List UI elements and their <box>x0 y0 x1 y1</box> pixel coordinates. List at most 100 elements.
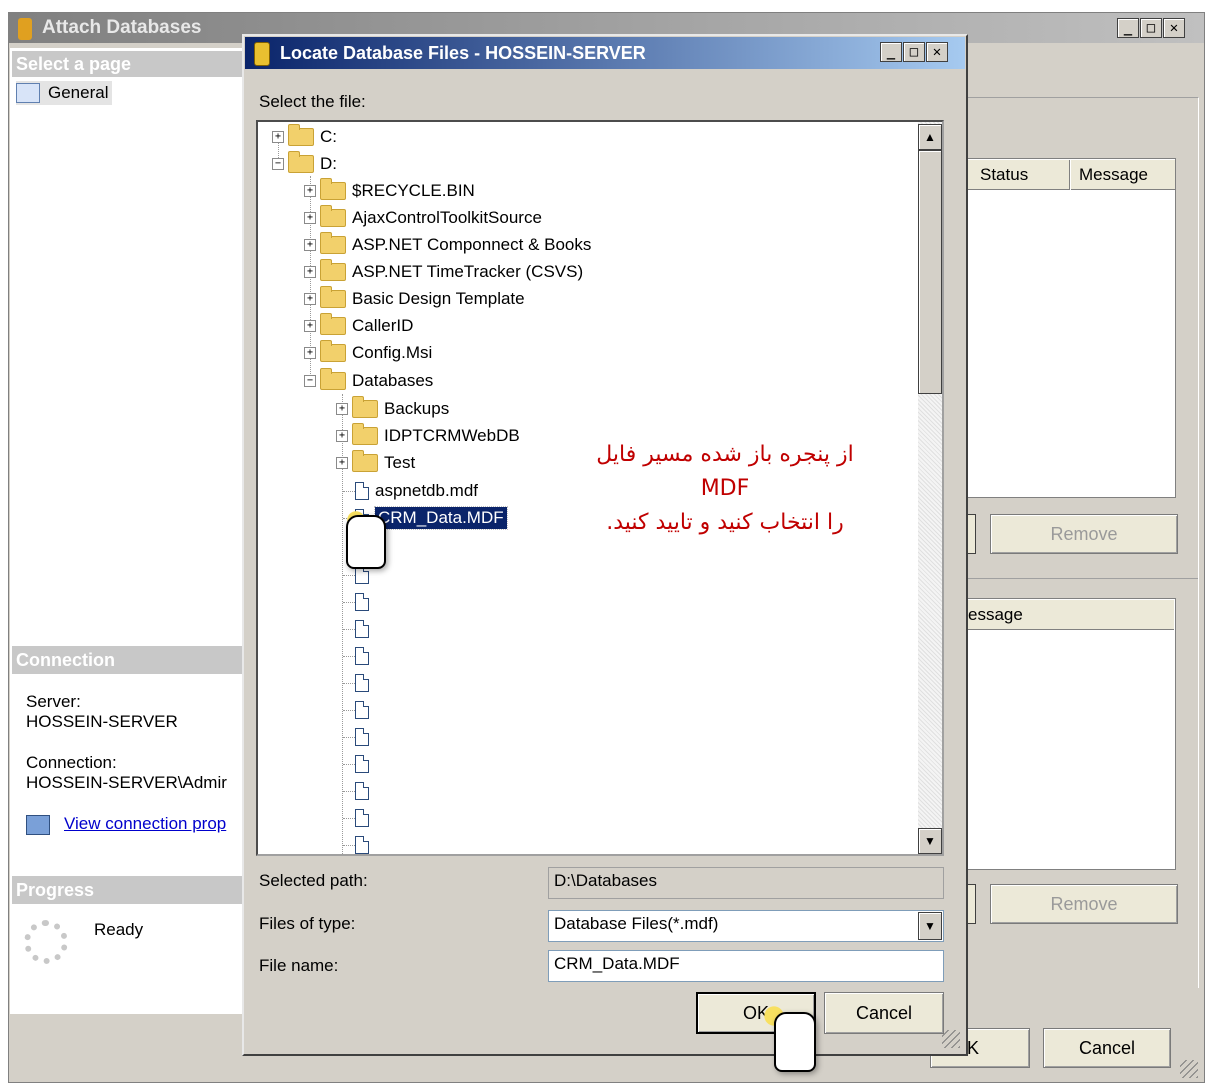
file-name-input[interactable]: CRM_Data.MDF <box>548 950 944 982</box>
tree-folder[interactable]: + IDPTCRMWebDB <box>336 423 520 449</box>
tree-file[interactable] <box>343 751 375 777</box>
server-value: HOSSEIN-SERVER <box>26 712 178 731</box>
expand-icon[interactable]: + <box>336 403 348 415</box>
hand-cursor-icon <box>346 515 386 569</box>
files-of-type-value: Database Files(*.mdf) <box>554 914 719 933</box>
locate-dialog-icon <box>254 42 270 66</box>
view-connection-properties-link[interactable]: View connection prop <box>64 814 240 834</box>
page-item-label: General <box>48 83 109 102</box>
details-group-line <box>966 578 1198 579</box>
expand-icon[interactable]: + <box>304 266 316 278</box>
attach-ok-label: K <box>967 1037 980 1058</box>
tree-connector <box>343 709 355 711</box>
files-of-type-label: Files of type: <box>259 914 356 933</box>
tree-file[interactable] <box>343 832 375 854</box>
tree-file[interactable] <box>343 778 375 804</box>
tree-file[interactable] <box>343 724 375 750</box>
file-icon <box>355 593 369 611</box>
tree-connector <box>343 655 355 657</box>
dialog-maximize-icon[interactable]: □ <box>903 42 925 62</box>
scroll-thumb[interactable] <box>918 150 942 394</box>
details-grid[interactable] <box>966 598 1176 870</box>
tree-file[interactable] <box>343 805 375 831</box>
annotation-line-2: MDF <box>700 476 750 501</box>
expand-icon[interactable]: + <box>304 320 316 332</box>
tree-folder[interactable]: + $RECYCLE.BIN <box>304 178 475 204</box>
tree-file[interactable] <box>343 697 375 723</box>
tree-folder[interactable]: + Basic Design Template <box>304 286 525 312</box>
tree-folder-databases[interactable]: − Databases <box>304 368 433 394</box>
dialog-close-icon[interactable]: ✕ <box>926 42 948 62</box>
tree-folder[interactable]: + Test <box>336 450 415 476</box>
expand-icon[interactable]: + <box>304 185 316 197</box>
collapse-icon[interactable]: − <box>304 375 316 387</box>
chevron-down-icon[interactable]: ▼ <box>918 912 942 940</box>
tree-folder[interactable]: + ASP.NET TimeTracker (CSVS) <box>304 259 583 285</box>
details-grid-header-message[interactable]: essage <box>968 600 1174 630</box>
tree-connector <box>343 682 355 684</box>
tree-item-label: $RECYCLE.BIN <box>352 181 475 200</box>
tree-item-label: Test <box>384 453 416 472</box>
expand-icon[interactable]: + <box>304 293 316 305</box>
tree-item-label: CRM_Data.MDF <box>374 506 508 530</box>
expand-icon[interactable]: + <box>304 212 316 224</box>
tree-item-drive-d[interactable]: − D: <box>272 151 337 177</box>
tree-item-label: ASP.NET TimeTracker (CSVS) <box>352 262 584 281</box>
close-icon[interactable]: ✕ <box>1163 18 1185 38</box>
expand-icon[interactable]: + <box>304 239 316 251</box>
grid-header-message[interactable]: Message <box>1071 160 1175 190</box>
expand-icon[interactable]: + <box>336 430 348 442</box>
remove-button-details[interactable]: Remove <box>990 884 1178 924</box>
tree-connector <box>343 601 355 603</box>
progress-status: Ready <box>94 920 144 939</box>
tree-file[interactable] <box>343 670 375 696</box>
hand-cursor-icon <box>774 1012 816 1072</box>
databases-grid[interactable] <box>966 158 1176 498</box>
cancel-button[interactable]: Cancel <box>824 992 944 1034</box>
folder-icon <box>288 151 314 173</box>
attach-cancel-button[interactable]: Cancel <box>1043 1028 1171 1068</box>
tree-item-label: Basic Design Template <box>352 289 525 308</box>
tree-item-label: CallerID <box>352 316 414 335</box>
maximize-icon[interactable]: □ <box>1140 18 1162 38</box>
connection-value: HOSSEIN-SERVER\Admir <box>26 773 227 792</box>
scroll-up-icon[interactable]: ▲ <box>918 124 942 150</box>
resize-grip-icon[interactable] <box>1180 1060 1198 1078</box>
dialog-minimize-icon[interactable]: _ <box>880 42 902 62</box>
remove-button-databases[interactable]: Remove <box>990 514 1178 554</box>
tree-folder[interactable]: + ASP.NET Componnect & Books <box>304 232 591 258</box>
selected-path-label: Selected path: <box>259 871 368 890</box>
expand-icon[interactable]: + <box>336 457 348 469</box>
tree-file[interactable] <box>343 616 375 642</box>
tree-file[interactable] <box>343 589 375 615</box>
expand-icon[interactable]: + <box>272 131 284 143</box>
collapse-icon[interactable]: − <box>272 158 284 170</box>
minimize-icon[interactable]: _ <box>1117 18 1139 38</box>
file-icon <box>355 728 369 746</box>
expand-icon[interactable]: + <box>304 347 316 359</box>
selected-path-field: D:\Databases <box>548 867 944 899</box>
tree-folder[interactable]: + Config.Msi <box>304 340 432 366</box>
scroll-down-icon[interactable]: ▼ <box>918 828 942 854</box>
tree-item-label: AjaxControlToolkitSource <box>352 208 542 227</box>
page-item-general[interactable]: General <box>16 81 113 105</box>
tree-connector <box>343 817 355 819</box>
tree-item-label: D: <box>320 154 337 173</box>
file-icon <box>355 755 369 773</box>
tree-folder[interactable]: + AjaxControlToolkitSource <box>304 205 542 231</box>
tree-folder[interactable]: + CallerID <box>304 313 413 339</box>
progress-header: Progress <box>12 876 242 904</box>
tree-item-label: IDPTCRMWebDB <box>384 426 520 445</box>
file-icon <box>355 482 369 500</box>
folder-icon <box>320 232 346 254</box>
tree-item-drive-c[interactable]: + C: <box>272 124 337 150</box>
files-of-type-select[interactable]: Database Files(*.mdf) <box>548 910 944 942</box>
grid-header-status[interactable]: Status <box>968 160 1070 190</box>
general-page-icon <box>16 83 40 103</box>
tree-folder[interactable]: + Backups <box>336 396 449 422</box>
annotation-text: از پنجره باز شده مسیر فایل MDF را انتخاب… <box>560 438 890 540</box>
tree-file[interactable] <box>343 643 375 669</box>
dialog-resize-grip-icon[interactable] <box>942 1030 960 1048</box>
tree-connector <box>343 790 355 792</box>
folder-icon <box>320 259 346 281</box>
